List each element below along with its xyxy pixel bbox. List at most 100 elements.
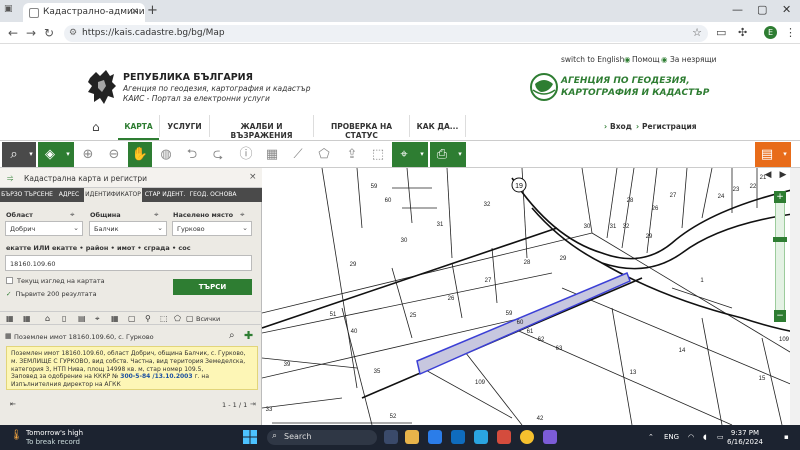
pin-filter-icon[interactable]: ⚲ [145,314,151,323]
maximize-button[interactable]: ▢ [757,3,767,16]
legend-dropdown-icon[interactable]: ▾ [779,142,791,167]
measure-area-icon[interactable]: ⬠ [312,142,336,167]
office-icon[interactable] [497,430,511,444]
select-parcel-icon[interactable]: ▦ [260,142,284,167]
parcels-filter-icon[interactable]: ▦ [23,314,31,323]
zoom-slider[interactable] [775,193,785,318]
register-link[interactable]: Регистрация [642,122,697,131]
reload-icon[interactable]: ↻ [44,26,54,40]
globe-icon[interactable]: ◍ [154,142,178,167]
place-select[interactable]: Гурково ⌄ [172,221,252,236]
zoom-in-button[interactable]: + [774,191,786,203]
obshtina-select[interactable]: Балчик ⌄ [89,221,167,236]
pan-hand-icon[interactable]: ✋ [128,142,152,167]
back-icon[interactable]: ← [8,26,18,40]
menu-howto[interactable]: КАК ДА... [410,115,466,137]
task-view-icon[interactable] [384,430,398,444]
minimize-button[interactable]: — [732,3,743,16]
table-filter-icon[interactable]: ▦ [111,314,119,323]
all-filter-box[interactable]: ▢ [186,314,194,323]
search-button[interactable]: ТЪРСИ [173,279,252,295]
selected-parcel[interactable] [416,272,631,376]
oblast-select[interactable]: Добрич ⌄ [5,221,83,236]
extensions-puzzle-icon[interactable]: ✣ [738,26,747,39]
taskbar-clock[interactable]: 9:37 PM 6/16/2024 [727,429,763,447]
area-filter-icon[interactable]: ⬚ [160,314,168,323]
menu-status-check[interactable]: ПРОВЕРКА НА СТАТУС [314,115,410,140]
grid-filter-icon[interactable]: ▦ [6,314,14,323]
zoom-out-icon[interactable]: ⊖ [102,142,126,167]
identifier-input[interactable]: 18160.109.60 [5,255,252,271]
login-link[interactable]: Вход [610,122,632,131]
page-scrollbar[interactable] [790,168,800,425]
chrome-icon[interactable] [520,430,534,444]
menu-complaints[interactable]: ЖАЛБИ И ВЪЗРАЖЕНИЯ [210,115,314,140]
store-icon[interactable] [428,430,442,444]
map-nav-left-icon[interactable]: ◀ [762,169,774,181]
zoom-in-icon[interactable]: ⊕ [76,142,100,167]
layers-icon[interactable]: ◈ [38,142,62,167]
profile-avatar[interactable]: E [764,26,777,39]
zone-filter-icon[interactable]: ⬠ [174,314,181,323]
menu-services[interactable]: УСЛУГИ [160,115,210,137]
map-canvas[interactable]: 19 59 60 32 30 31 29 28 27 26 25 51 40 3… [262,168,800,425]
apartment-filter-icon[interactable]: ▯ [62,314,66,323]
print-dropdown-icon[interactable]: ▾ [454,142,466,167]
clear-selection-icon[interactable]: ⬚ [366,142,390,167]
order-link[interactable]: 300-5-84 /13.10.2003 [120,373,192,380]
add-result-icon[interactable]: ✚ [244,329,253,342]
language-indicator[interactable]: ENG [664,433,679,441]
search-dropdown-icon[interactable]: ▾ [26,142,36,167]
extension-icon[interactable]: ▭ [716,26,726,39]
cadastral-map[interactable]: 19 59 60 32 30 31 29 28 27 26 25 51 40 3… [262,168,800,425]
menu-map[interactable]: КАРТА [118,115,160,141]
first-page-icon[interactable]: ⇤ [10,400,16,408]
mail-icon[interactable] [451,430,465,444]
map-filter-icon[interactable]: ▢ [128,314,136,323]
switch-language-link[interactable]: switch to English [561,55,624,64]
tab-identifier[interactable]: ИДЕНТИФИКАТОР [84,188,142,202]
notification-icon[interactable]: ▪ [784,433,789,441]
oblast-pin-icon[interactable]: ⌖ [70,210,75,220]
accessibility-link[interactable]: За незрящи [670,55,717,64]
obshtina-pin-icon[interactable]: ⌖ [154,210,159,220]
wifi-icon[interactable]: ◠ [688,433,694,441]
browser-tab[interactable]: Кадастрално-административна × [23,3,145,22]
map-nav-right-icon[interactable]: ▶ [777,169,789,181]
previous-extent-icon[interactable]: ⮌ [180,142,204,167]
weather-widget[interactable]: 🌡 Tomorrow's high To break record [10,429,83,447]
tab-address[interactable]: АДРЕС [54,188,84,202]
zoom-slider-handle[interactable] [773,237,787,242]
tab-geodetic-base[interactable]: ГЕОД. ОСНОВА [188,188,238,202]
place-pin-icon[interactable]: ⌖ [240,210,245,220]
point-filter-icon[interactable]: ⌖ [95,314,100,324]
next-extent-icon[interactable]: ⮎ [206,142,230,167]
layers-dropdown-icon[interactable]: ▾ [62,142,74,167]
location-dropdown-icon[interactable]: ▾ [416,142,428,167]
battery-icon[interactable]: ▭ [717,433,724,441]
menu-kebab-icon[interactable]: ⋮ [785,26,796,39]
new-tab-button[interactable]: + [147,3,158,18]
last-page-icon[interactable]: ⇥ [250,400,256,408]
tab-quick-search[interactable]: БЪРЗО ТЪРСЕНЕ [0,188,54,202]
bookmark-star-icon[interactable]: ☆ [692,26,702,39]
first-200-checkbox[interactable]: ✓ Първите 200 резултата [6,290,97,298]
tab-list-icon[interactable]: ▣ [4,4,18,16]
forward-icon[interactable]: → [26,26,36,40]
panel-close-icon[interactable]: × [249,172,257,182]
building-filter-icon[interactable]: ⌂ [45,314,50,323]
search-tool-icon[interactable]: ⌕ [2,142,26,167]
tray-expand-icon[interactable]: ⌃ [648,433,654,441]
file-explorer-icon[interactable] [405,430,419,444]
legend-icon[interactable]: ▤ [755,142,779,167]
tab-close-icon[interactable]: × [131,6,139,17]
zoom-out-button[interactable]: − [774,310,786,322]
checkbox-box[interactable] [6,277,13,284]
tab-old-identifier[interactable]: СТАР ИДЕНТ. [142,188,188,202]
viber-icon[interactable] [543,430,557,444]
location-icon[interactable]: ⌖ [392,142,416,167]
unit-filter-icon[interactable]: ▤ [78,314,86,323]
measure-line-icon[interactable]: ⟋ [286,142,310,167]
result-header[interactable]: ▦ Поземлен имот 18160.109.60, с. Гурково… [0,329,262,344]
upload-icon[interactable]: ⇪ [340,142,364,167]
